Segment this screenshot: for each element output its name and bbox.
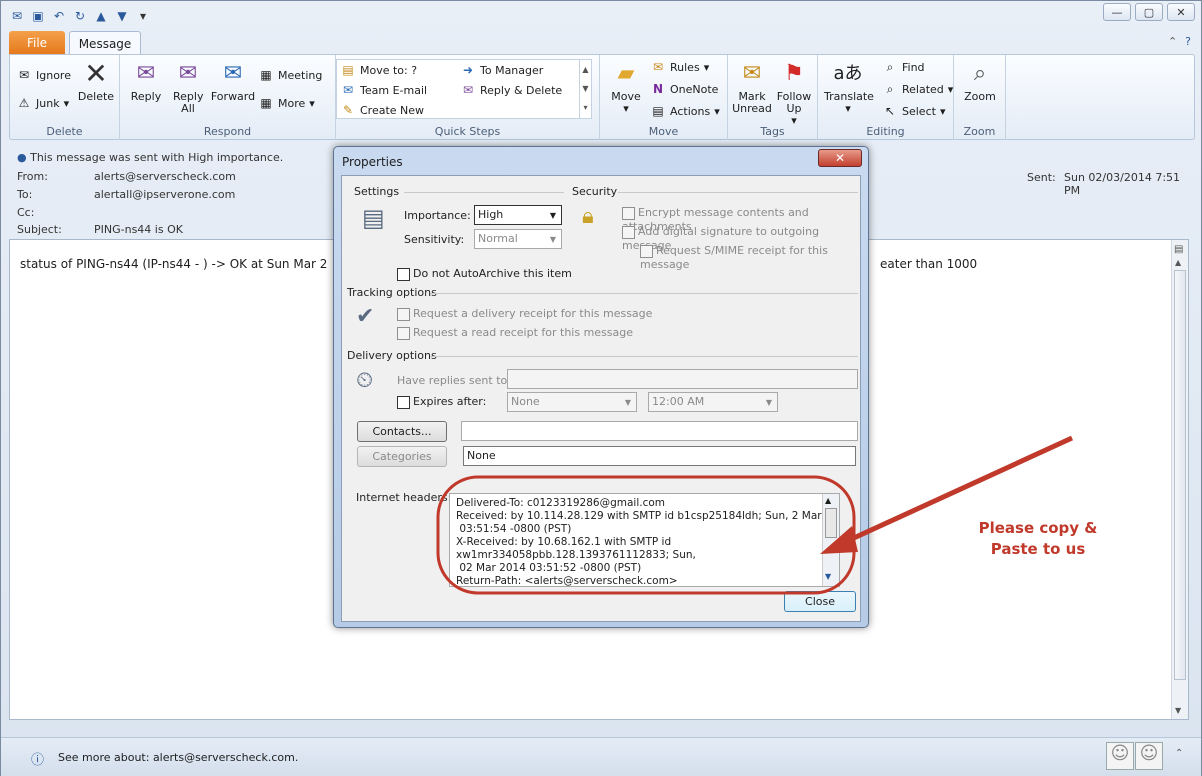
highlight-ellipse	[436, 475, 856, 595]
annotation-line2: Paste to us	[990, 540, 1086, 558]
annotation-overlay	[436, 435, 1074, 595]
annotation-arrowhead	[820, 526, 858, 554]
annotation-line1: Please copy &	[978, 519, 1098, 537]
annotation-text: Please copy & Paste to us	[968, 518, 1108, 560]
